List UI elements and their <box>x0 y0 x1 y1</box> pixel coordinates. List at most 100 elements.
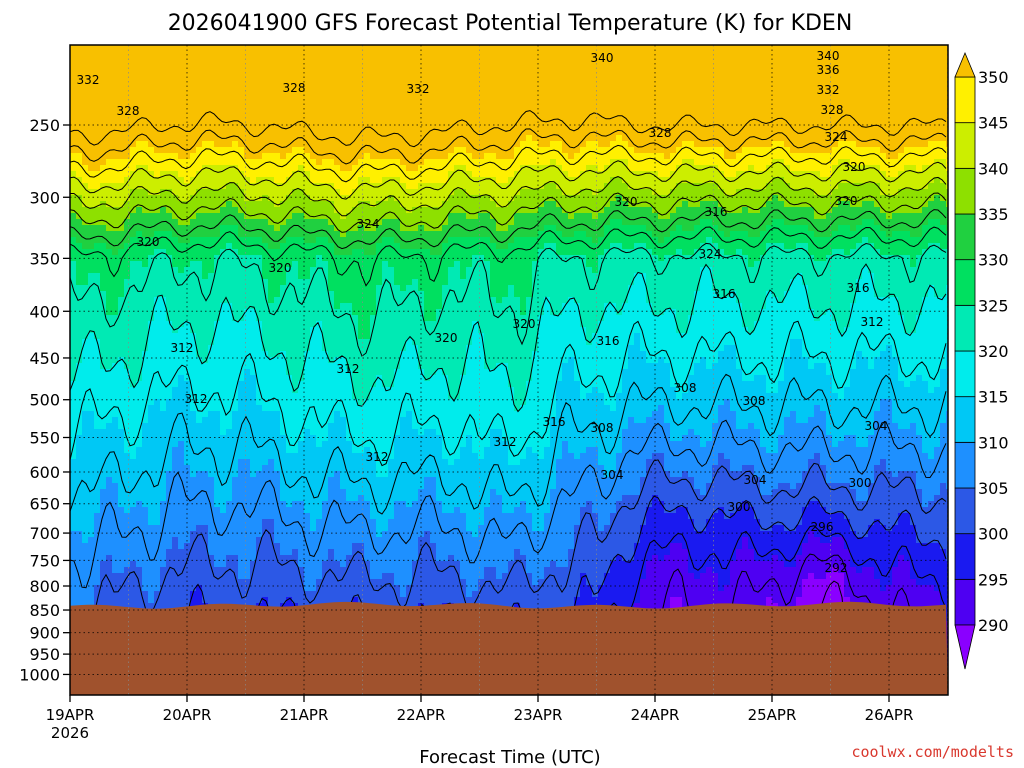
field-cell <box>274 531 281 538</box>
field-cell <box>328 549 335 556</box>
field-cell <box>130 543 137 550</box>
field-cell <box>214 195 221 202</box>
field-cell <box>334 393 341 400</box>
field-cell <box>136 507 143 514</box>
field-cell <box>94 51 101 58</box>
field-cell <box>148 531 155 538</box>
field-cell <box>310 465 317 472</box>
field-cell <box>88 51 95 58</box>
field-cell <box>274 231 281 238</box>
field-cell <box>322 141 329 148</box>
field-cell <box>136 519 143 526</box>
field-cell <box>322 165 329 172</box>
field-cell <box>286 45 293 52</box>
field-cell <box>274 87 281 94</box>
field-cell <box>268 417 275 424</box>
field-cell <box>70 117 77 124</box>
field-cell <box>334 405 341 412</box>
field-cell <box>154 165 161 172</box>
field-cell <box>334 519 341 526</box>
field-cell <box>178 69 185 76</box>
field-cell <box>88 465 95 472</box>
field-cell <box>112 573 119 580</box>
field-cell <box>244 237 251 244</box>
field-cell <box>334 549 341 556</box>
field-cell <box>202 63 209 70</box>
field-cell <box>178 453 185 460</box>
field-cell <box>178 447 185 454</box>
field-cell <box>322 261 329 268</box>
field-cell <box>316 387 323 394</box>
field-cell <box>172 459 179 466</box>
field-cell <box>148 201 155 208</box>
field-cell <box>70 63 77 70</box>
field-cell <box>76 291 83 298</box>
field-cell <box>172 555 179 562</box>
field-cell <box>142 429 149 436</box>
field-cell <box>232 93 239 100</box>
field-cell <box>304 273 311 280</box>
field-cell <box>88 519 95 526</box>
field-cell <box>196 237 203 244</box>
field-cell <box>328 261 335 268</box>
field-cell <box>262 543 269 550</box>
field-cell <box>154 51 161 58</box>
field-cell <box>232 549 239 556</box>
field-cell <box>196 99 203 106</box>
field-cell <box>208 525 215 532</box>
field-cell <box>238 405 245 412</box>
field-cell <box>256 105 263 112</box>
field-cell <box>334 105 341 112</box>
field-cell <box>148 285 155 292</box>
field-cell <box>142 249 149 256</box>
field-cell <box>112 435 119 442</box>
field-cell <box>274 177 281 184</box>
field-cell <box>226 381 233 388</box>
field-cell <box>124 351 131 358</box>
field-cell <box>160 153 167 160</box>
field-cell <box>124 327 131 334</box>
field-cell <box>160 597 167 604</box>
field-cell <box>142 441 149 448</box>
field-cell <box>118 87 125 94</box>
field-cell <box>82 99 89 106</box>
field-cell <box>208 543 215 550</box>
field-cell <box>154 531 161 538</box>
field-cell <box>130 423 137 430</box>
field-cell <box>88 435 95 442</box>
field-cell <box>328 543 335 550</box>
field-cell <box>208 87 215 94</box>
field-cell <box>286 579 293 586</box>
field-cell <box>142 213 149 220</box>
field-cell <box>232 261 239 268</box>
field-cell <box>178 513 185 520</box>
field-cell <box>166 405 173 412</box>
field-cell <box>70 339 77 346</box>
field-cell <box>274 483 281 490</box>
field-cell <box>202 135 209 142</box>
field-cell <box>94 99 101 106</box>
field-cell <box>178 441 185 448</box>
field-cell <box>232 51 239 58</box>
field-cell <box>280 435 287 442</box>
field-cell <box>94 267 101 274</box>
field-cell <box>268 225 275 232</box>
field-cell <box>106 543 113 550</box>
field-cell <box>220 63 227 70</box>
field-cell <box>172 321 179 328</box>
field-cell <box>298 237 305 244</box>
field-cell <box>220 345 227 352</box>
field-cell <box>106 159 113 166</box>
field-cell <box>220 519 227 526</box>
field-cell <box>340 429 347 436</box>
field-cell <box>304 327 311 334</box>
field-cell <box>82 45 89 52</box>
field-cell <box>112 195 119 202</box>
field-cell <box>76 537 83 544</box>
field-cell <box>316 45 323 52</box>
field-cell <box>112 543 119 550</box>
field-cell <box>196 177 203 184</box>
field-cell <box>244 51 251 58</box>
field-cell <box>142 561 149 568</box>
field-cell <box>154 87 161 94</box>
